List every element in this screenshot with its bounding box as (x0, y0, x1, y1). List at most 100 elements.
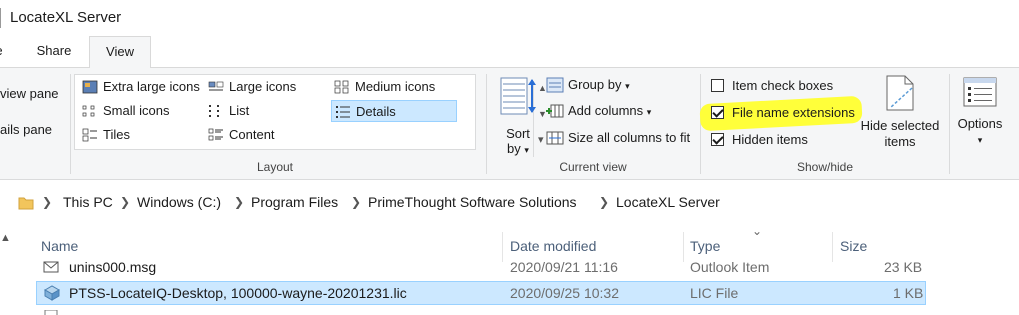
file-list: ▲ ⌄ Name Date modified Type Size unins00… (0, 224, 1019, 315)
file-size: 1 KB (893, 285, 924, 301)
layout-group-label: Layout (256, 160, 294, 174)
item-check-boxes-checkbox[interactable] (711, 79, 724, 92)
item-check-boxes-label: Item check boxes (732, 78, 834, 93)
chevron-right-icon[interactable]: ❯ (42, 195, 52, 209)
layout-item-label: Details (356, 104, 396, 119)
address-bar[interactable]: ❯ This PC ❯ Windows (C:) ❯ Program Files… (0, 190, 1019, 217)
file-name-extensions-toggle[interactable]: File name extensions (709, 102, 855, 124)
file-name: PTSS-LocateIQ-Desktop, 100000-wayne-2020… (69, 285, 407, 301)
navigation-pane-button[interactable]: view pane (0, 86, 59, 101)
breadcrumb-windows-c[interactable]: Windows (C:) (137, 194, 221, 210)
add-columns-label: Add columns (568, 103, 644, 118)
sort-indicator-icon: ⌄ (752, 224, 763, 238)
layout-gallery: Extra large icons Large icons Medium ico… (74, 74, 547, 157)
layout-item-label: Medium icons (355, 79, 436, 94)
tab-share[interactable]: Share (22, 36, 86, 67)
layout-item-label: Content (229, 127, 275, 142)
layout-large-icons[interactable]: Large icons (205, 76, 296, 98)
content-icon (208, 128, 223, 141)
chevron-right-icon[interactable]: ❯ (234, 195, 244, 209)
current-view-group-label: Current view (559, 160, 627, 174)
extra-large-icons-icon (82, 80, 98, 94)
tab-file[interactable]: e (0, 36, 6, 67)
scroll-up-icon[interactable]: ▲ (0, 232, 11, 244)
ribbon-tabs: e Share View (0, 36, 1019, 68)
group-by-button[interactable]: Group by ▾ (546, 74, 630, 96)
sort-by-label-bottom: by ▾ (507, 141, 529, 156)
layout-tiles[interactable]: Tiles (79, 124, 130, 146)
add-columns-icon (546, 104, 564, 118)
hide-selected-items-button[interactable]: Hide selected items (858, 74, 942, 150)
item-check-boxes-toggle[interactable]: Item check boxes (709, 75, 833, 97)
add-columns-button[interactable]: Add columns ▾ (546, 100, 651, 122)
hide-selected-icon (886, 75, 914, 111)
column-header-date-modified[interactable]: Date modified (510, 238, 596, 254)
title-separator (0, 8, 1, 28)
folder-icon (18, 197, 34, 210)
options-button[interactable]: Options ▾ (952, 76, 1008, 148)
breadcrumb-locatexl-server[interactable]: LocateXL Server (616, 194, 720, 210)
layout-item-label: Tiles (103, 127, 130, 142)
small-icons-icon (82, 105, 95, 117)
table-row[interactable]: unins000.msg 2020/09/21 11:16 Outlook It… (36, 256, 926, 280)
layout-small-icons[interactable]: Small icons (79, 100, 169, 122)
size-columns-icon (546, 131, 564, 145)
layout-details[interactable]: Details (331, 100, 457, 122)
layout-content[interactable]: Content (205, 124, 275, 146)
column-header-type[interactable]: Type (690, 238, 720, 254)
sort-by-button[interactable]: Sort by ▾ (498, 76, 538, 156)
file-type: Outlook Item (690, 259, 770, 275)
column-header-name[interactable]: Name (41, 238, 78, 254)
file-size: 23 KB (884, 259, 923, 275)
options-icon (963, 77, 997, 107)
layout-item-label: Large icons (229, 79, 297, 94)
group-separator (486, 74, 487, 174)
file-name: unins000.msg (69, 259, 157, 275)
layout-item-label: Small icons (103, 103, 170, 118)
layout-list[interactable]: List (205, 100, 249, 122)
medium-icons-icon (334, 80, 349, 94)
group-by-label: Group by (568, 77, 622, 92)
size-all-columns-label: Size all columns to fit (568, 130, 691, 145)
column-header-size[interactable]: Size (840, 238, 867, 254)
breadcrumb-program-files[interactable]: Program Files (251, 194, 338, 210)
mail-file-icon (43, 261, 59, 273)
table-row[interactable]: PTSS-LocateIQ-Desktop, 100000-wayne-2020… (36, 281, 926, 305)
breadcrumb-this-pc[interactable]: This PC (63, 194, 113, 210)
sort-by-label-top: Sort (506, 126, 530, 141)
group-by-icon (546, 77, 564, 93)
details-icon (336, 106, 350, 118)
title-bar: LocateXL Server (0, 0, 1019, 36)
group-separator (949, 74, 950, 174)
tiles-icon (82, 128, 97, 142)
file-name-extensions-checkbox[interactable] (711, 106, 724, 119)
chevron-right-icon[interactable]: ❯ (599, 195, 609, 209)
layout-extra-large-icons[interactable]: Extra large icons (79, 76, 200, 98)
hidden-items-toggle[interactable]: Hidden items (709, 129, 808, 151)
tab-view[interactable]: View (89, 36, 151, 68)
show-hide-group-label: Show/hide (796, 160, 854, 174)
options-label: Options (957, 116, 1003, 131)
file-name-extensions-label: File name extensions (732, 105, 855, 120)
group-separator (70, 74, 71, 174)
options-dropdown-icon: ▾ (977, 135, 983, 145)
file-date: 2020/09/25 10:32 (510, 285, 619, 301)
chevron-right-icon[interactable]: ❯ (120, 195, 130, 209)
hidden-items-label: Hidden items (732, 132, 808, 147)
hide-selected-label-line1: Hide selected (860, 118, 940, 133)
sort-by-icon (500, 77, 536, 115)
layout-medium-icons[interactable]: Medium icons (331, 76, 435, 98)
size-all-columns-button[interactable]: Size all columns to fit (546, 127, 690, 149)
license-file-icon (43, 285, 61, 301)
list-icon (209, 105, 219, 117)
hidden-items-checkbox[interactable] (711, 133, 724, 146)
chevron-right-icon[interactable]: ❯ (351, 195, 361, 209)
partial-file-icon (44, 310, 58, 315)
ribbon: view pane ails pane Extra large icons La… (0, 67, 1019, 180)
gallery-more-icon[interactable]: ▾ (538, 133, 544, 146)
breadcrumb-primethought[interactable]: PrimeThought Software Solutions (368, 194, 577, 210)
hide-selected-label-line2: items (884, 134, 916, 149)
layout-item-label: List (229, 103, 250, 118)
layout-item-label: Extra large icons (103, 79, 200, 94)
details-pane-button[interactable]: ails pane (0, 122, 52, 137)
